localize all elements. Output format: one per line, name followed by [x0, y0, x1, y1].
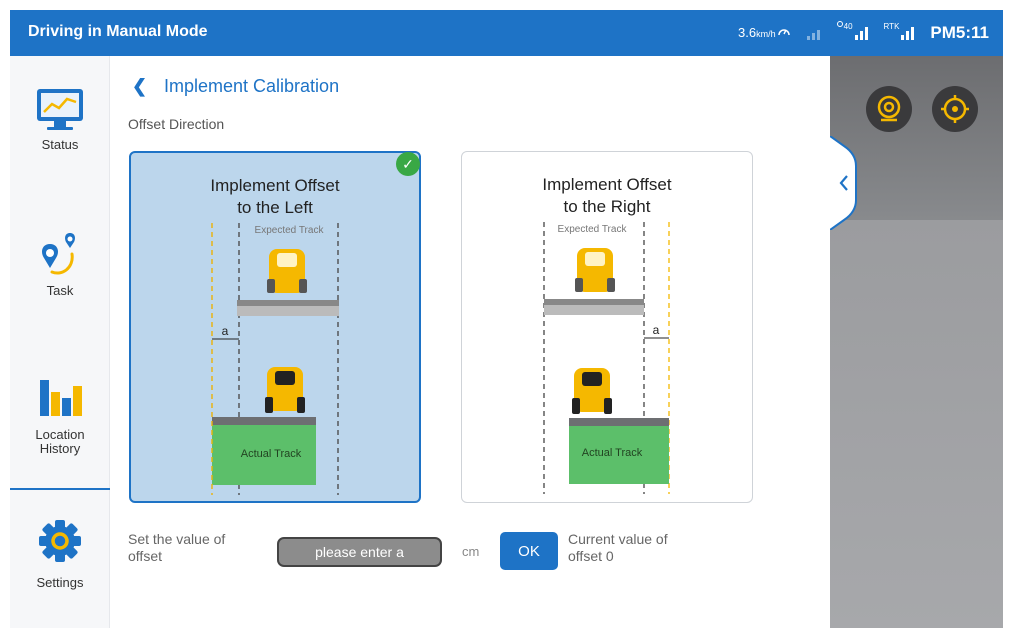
sidebar-item-status[interactable]: Status	[10, 86, 110, 152]
sidebar-item-settings[interactable]: Settings	[10, 516, 110, 590]
satellite-icon	[836, 21, 843, 27]
preview-ground	[830, 220, 1003, 628]
speed-value: 3.6	[738, 25, 757, 40]
satellite-signal-icon	[854, 26, 868, 40]
offset-a-label: a	[653, 323, 660, 337]
sidebar-item-location-history[interactable]: Location History	[10, 372, 110, 456]
app-window: Driving in Manual Mode 3.6 km/h 40 RTK P…	[10, 10, 1003, 628]
satellite-signal: 40	[836, 21, 868, 40]
offset-right-card[interactable]: Implement Offset to the Right Expected T…	[461, 151, 753, 503]
main-panel: ❮ Implement Calibration Offset Direction…	[110, 56, 830, 628]
camera-icon	[877, 95, 901, 122]
page-title: Implement Calibration	[164, 76, 340, 96]
satellite-count: 40	[843, 22, 853, 31]
camera-button[interactable]	[866, 86, 912, 132]
sidebar: Status Task Location History Settings	[10, 56, 110, 628]
section-label: Offset Direction	[128, 116, 225, 132]
offset-a-label: a	[222, 324, 229, 338]
sidebar-item-label: Status	[41, 137, 79, 152]
offset-left-card[interactable]: Implement Offset to the Left ✓ Expected …	[129, 151, 421, 503]
offset-input[interactable]	[277, 537, 442, 567]
rtk-signal-icon	[901, 26, 915, 40]
sidebar-divider	[10, 488, 110, 490]
ok-button[interactable]: OK	[500, 532, 558, 570]
locate-button[interactable]	[932, 86, 978, 132]
current-offset: Current value of offset 0	[568, 531, 668, 565]
speedometer-icon	[777, 29, 790, 36]
sidebar-item-label: Task	[46, 283, 74, 298]
cellular-signal-icon	[806, 26, 820, 40]
top-bar: Driving in Manual Mode 3.6 km/h 40 RTK P…	[10, 10, 1003, 56]
offset-value-label: Set the value of offset	[128, 531, 226, 564]
expected-track-label: Expected Track	[255, 225, 325, 236]
gear-icon	[39, 520, 81, 562]
sidebar-item-label: Location History	[35, 427, 85, 456]
sidebar-item-task[interactable]: Task	[10, 230, 110, 298]
rtk-label: RTK	[883, 22, 900, 31]
speed-readout: 3.6 km/h	[738, 25, 791, 41]
offset-right-diagram: Expected Track a Actual Track	[543, 222, 670, 494]
actual-track-label: Actual Track	[582, 447, 643, 459]
route-pin-icon	[42, 233, 75, 275]
sidebar-item-label: Settings	[36, 575, 84, 590]
offset-unit: cm	[462, 544, 480, 559]
offset-left-diagram: Expected Track a Actual Track	[211, 223, 339, 495]
actual-track-label: Actual Track	[241, 448, 302, 460]
crosshair-icon	[941, 95, 969, 123]
camera-preview	[830, 56, 1003, 628]
expected-track-label: Expected Track	[558, 224, 628, 235]
current-offset-label: Current value of	[568, 531, 668, 547]
monitor-chart-icon	[37, 89, 83, 130]
clock: PM5:11	[930, 23, 989, 42]
current-offset-value: offset 0	[568, 548, 614, 564]
status-area: 3.6 km/h 40 RTK PM5:11	[738, 20, 989, 46]
collapse-tab[interactable]	[830, 136, 858, 230]
speed-unit: km/h	[756, 29, 776, 39]
rtk-signal: RTK	[884, 22, 915, 40]
back-arrow-icon[interactable]: ❮	[132, 76, 147, 97]
mode-title: Driving in Manual Mode	[28, 23, 208, 40]
bar-chart-icon	[40, 380, 82, 416]
